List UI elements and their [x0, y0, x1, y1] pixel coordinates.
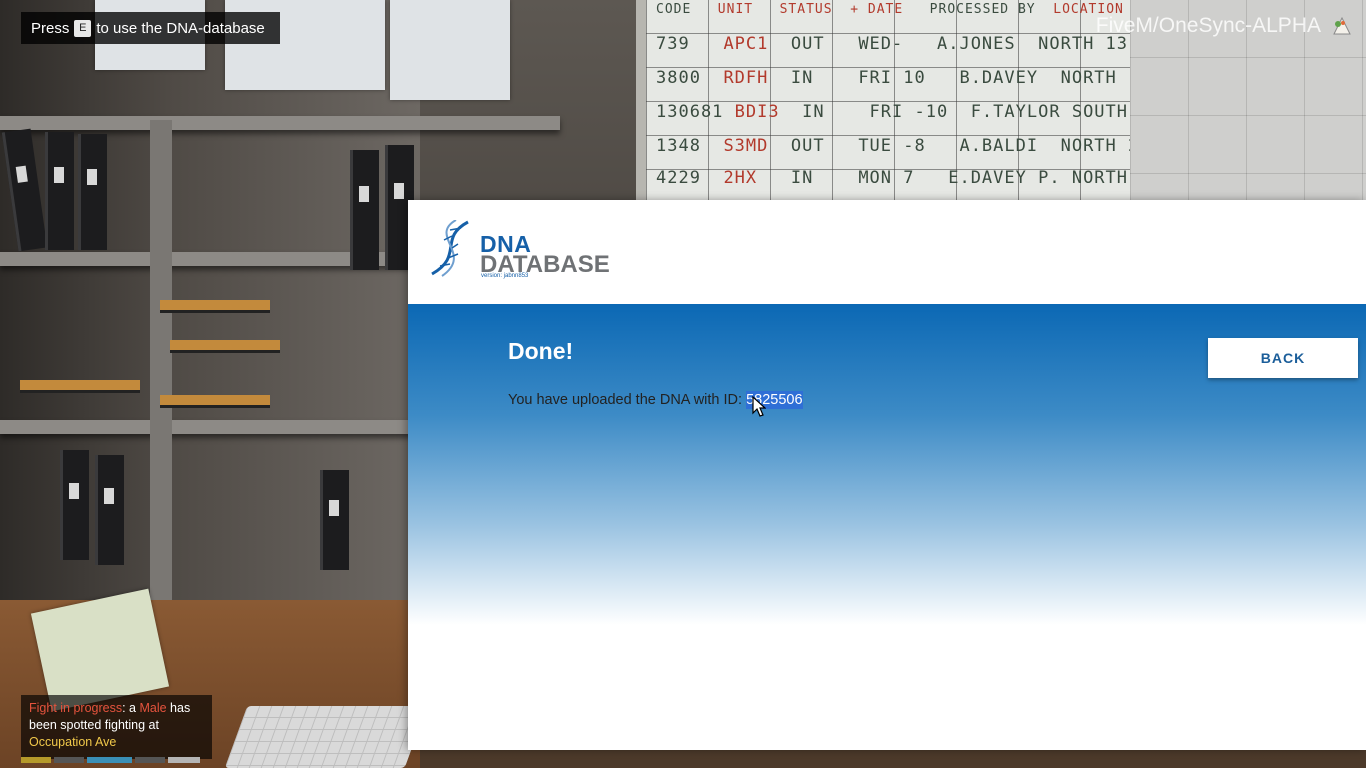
- paper-tray: [160, 395, 270, 405]
- dna-helix-icon: [431, 220, 469, 277]
- help-prefix: Press: [31, 19, 70, 37]
- shelf: [0, 116, 560, 130]
- paper-tray: [160, 300, 270, 310]
- status-bar: [135, 757, 165, 763]
- dna-database-panel: DNA DATABASE version: jabnn853 Done! You…: [408, 200, 1366, 750]
- binder: [45, 132, 74, 250]
- status-bar: [54, 757, 84, 763]
- fivem-icon: [1333, 16, 1351, 35]
- whiteboard-header: CODE UNIT STATUS + DATE PROCESSED BY LOC…: [656, 2, 1124, 17]
- done-title: Done!: [508, 338, 574, 364]
- status-bar: [87, 757, 132, 763]
- status-bar: [21, 757, 51, 763]
- mouse-cursor-icon: [752, 396, 766, 417]
- notify-text: : a: [122, 701, 140, 715]
- panel-body: Done! You have uploaded the DNA with ID:…: [408, 304, 1366, 750]
- paper-tray: [20, 380, 140, 390]
- paper-tray: [170, 340, 280, 350]
- shelf: [0, 420, 420, 434]
- help-suffix: to use the DNA-database: [96, 19, 265, 37]
- logo-version: version: jabnn853: [481, 273, 529, 279]
- whiteboard-row: 130681 BDI3 IN FRI -10 F.TAYLOR SOUTH 13: [656, 102, 1162, 122]
- hud-status-bars: [21, 757, 212, 763]
- notify-location: Occupation Ave: [29, 735, 117, 749]
- server-name: FiveM/OneSync-ALPHA: [1095, 14, 1321, 37]
- binder: [95, 455, 124, 565]
- whiteboard-row: 3800 RDFH IN FRI 10 B.DAVEY NORTH 13: [656, 68, 1151, 88]
- whiteboard-row: 739 APC1 OUT WED- A.JONES NORTH 13: [656, 34, 1129, 54]
- back-button[interactable]: BACK: [1208, 338, 1358, 378]
- help-prompt: Press E to use the DNA-database: [21, 12, 280, 44]
- fight-notification: Fight in progress: a Male has been spott…: [21, 695, 212, 759]
- dna-database-logo: DNA DATABASE version: jabnn853: [428, 220, 628, 280]
- shelf-post: [150, 120, 172, 600]
- binder: [350, 150, 379, 270]
- notify-title: Fight in progress: [29, 701, 123, 715]
- whiteboard-row: 1348 S3MD OUT TUE -8 A.BALDI NORTH 23: [656, 136, 1151, 156]
- binder: [78, 134, 107, 250]
- upload-message-text: You have uploaded the DNA with ID:: [508, 392, 747, 408]
- binder: [60, 450, 89, 560]
- status-bar: [168, 757, 200, 763]
- whiteboard-row: 4229 2HX IN MON 7 E.DAVEY P. NORTH 2: [656, 168, 1151, 188]
- whiteboard: CODE UNIT STATUS + DATE PROCESSED BY LOC…: [636, 0, 1161, 200]
- panel-header: DNA DATABASE version: jabnn853: [408, 200, 1366, 304]
- pinned-paper: [390, 0, 510, 100]
- notify-gender: Male: [139, 701, 167, 715]
- keyboard: [224, 706, 428, 768]
- binder: [320, 470, 349, 570]
- e-key-icon: E: [74, 19, 92, 37]
